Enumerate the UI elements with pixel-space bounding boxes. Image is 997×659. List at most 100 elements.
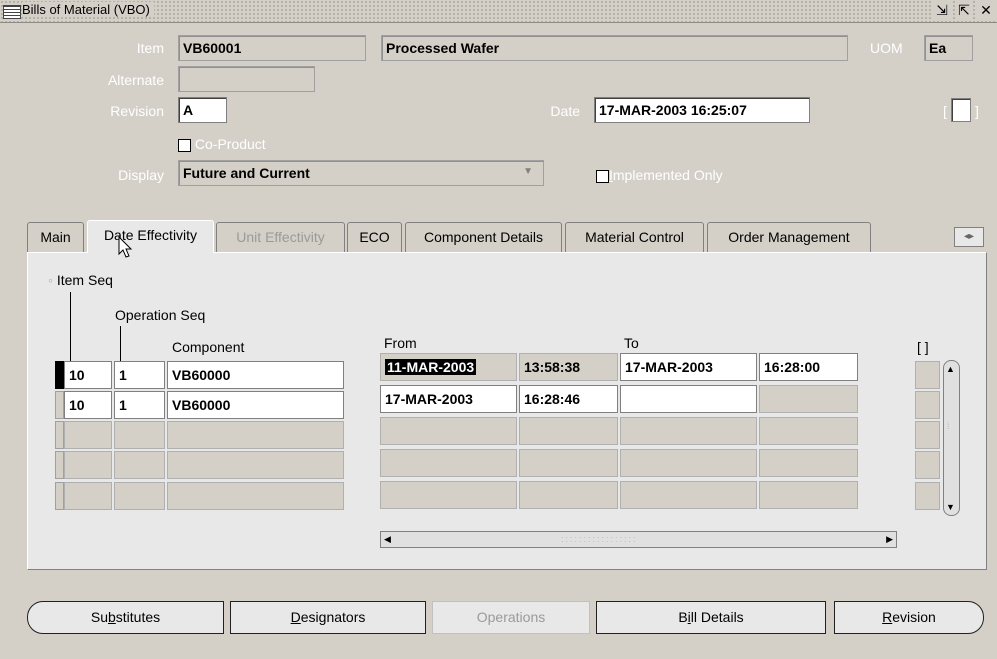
op-seq-cell[interactable] xyxy=(114,482,165,510)
to-time-cell[interactable] xyxy=(759,449,858,477)
revision-button[interactable]: Revision xyxy=(834,601,984,634)
display-select[interactable]: Future and Current ▼ xyxy=(178,160,544,186)
to-date-cell[interactable] xyxy=(620,417,757,445)
display-value: Future and Current xyxy=(183,165,310,181)
uom-field[interactable]: Ea xyxy=(924,35,973,61)
row-flexfield-cell[interactable] xyxy=(915,482,940,510)
op-seq-cell[interactable] xyxy=(114,451,165,479)
item-seq-header: ◦ Item Seq xyxy=(48,272,113,288)
tab-unit-effectivity: Unit Effectivity xyxy=(216,222,345,252)
row-indicator[interactable] xyxy=(55,421,64,449)
tab-material-control[interactable]: Material Control xyxy=(565,222,704,252)
item-field[interactable]: VB60001 xyxy=(178,35,366,61)
coproduct-checkbox-wrap[interactable]: ✓ Co-Product xyxy=(178,136,266,152)
vertical-scrollbar[interactable]: ▲ ⁞ ▼ xyxy=(943,360,960,516)
row-indicator[interactable] xyxy=(55,482,64,510)
to-date-cell[interactable] xyxy=(620,449,757,477)
to-time-cell[interactable] xyxy=(759,417,858,445)
row-flexfield-cell[interactable] xyxy=(915,361,940,389)
implemented-only-wrap[interactable]: ✓ Implemented Only xyxy=(596,167,723,183)
tab-component-details[interactable]: Component Details xyxy=(405,222,562,252)
horizontal-scrollbar[interactable]: ◀ ::::::::::::::::: ▶ xyxy=(380,531,897,548)
to-date-cell[interactable] xyxy=(620,481,757,509)
op-seq-cell[interactable]: 1 xyxy=(114,361,165,389)
item-seq-cell[interactable] xyxy=(64,421,112,449)
implemented-only-label: mplemented Only xyxy=(612,167,723,183)
coproduct-label: Co-Product xyxy=(194,136,266,152)
from-date-cell[interactable]: 17-MAR-2003 xyxy=(380,385,517,413)
operations-button: Operations xyxy=(432,601,590,634)
item-seq-cell[interactable]: 10 xyxy=(64,361,112,389)
scroll-up-icon[interactable]: ▲ xyxy=(946,364,955,374)
tab-scroll-icon[interactable]: ◂▸ xyxy=(954,227,984,247)
component-cell[interactable]: VB60000 xyxy=(167,391,344,419)
minimize-icon[interactable]: ⇲ xyxy=(933,1,951,19)
from-time-cell[interactable] xyxy=(519,449,618,477)
to-time-cell[interactable]: 16:28:00 xyxy=(759,353,858,381)
revision-field[interactable]: A xyxy=(178,97,227,123)
row-indicator[interactable] xyxy=(55,451,64,479)
to-date-cell[interactable] xyxy=(620,385,757,413)
revision-label: Revision xyxy=(110,103,164,119)
scroll-h-thumb-icon[interactable]: ::::::::::::::::: xyxy=(561,532,638,547)
scroll-left-icon[interactable]: ◀ xyxy=(384,532,391,547)
scroll-right-icon[interactable]: ▶ xyxy=(886,532,893,547)
to-time-cell[interactable] xyxy=(759,481,858,509)
oracle-form-icon xyxy=(3,5,21,19)
row-flexfield-cell[interactable] xyxy=(915,391,940,419)
window-title: Bills of Material (VBO) xyxy=(22,2,154,17)
coproduct-checkbox[interactable]: ✓ xyxy=(178,138,191,152)
designators-button[interactable]: Designators xyxy=(230,601,426,634)
tab-eco[interactable]: ECO xyxy=(347,222,402,252)
scroll-thumb-icon[interactable]: ⁞ xyxy=(947,421,950,431)
scroll-down-icon[interactable]: ▼ xyxy=(946,502,955,512)
from-time-cell[interactable]: 13:58:38 xyxy=(519,353,618,381)
tab-main[interactable]: Main xyxy=(27,222,84,252)
close-icon[interactable]: ✕ xyxy=(977,1,995,19)
from-time-cell[interactable] xyxy=(519,481,618,509)
item-label: Item xyxy=(136,40,164,56)
component-cell[interactable]: VB60000 xyxy=(167,361,344,389)
from-header: From xyxy=(384,335,417,351)
row-indicator-current[interactable] xyxy=(55,361,64,389)
to-header: To xyxy=(624,335,639,351)
to-date-cell[interactable]: 17-MAR-2003 xyxy=(620,353,757,381)
flex-bracket-close: ] xyxy=(975,103,979,119)
to-time-cell[interactable] xyxy=(759,385,858,413)
component-cell[interactable] xyxy=(167,421,344,449)
item-seq-cell[interactable]: 10 xyxy=(64,391,112,419)
bracket-header: [ ] xyxy=(917,339,929,355)
substitutes-button[interactable]: Substitutes xyxy=(27,601,224,634)
descriptive-flexfield[interactable] xyxy=(951,98,971,122)
item-seq-header-line xyxy=(70,292,71,366)
bill-details-button[interactable]: Bill Details xyxy=(596,601,826,634)
tab-date-effectivity[interactable]: Date Effectivity xyxy=(87,220,214,253)
item-seq-cell[interactable] xyxy=(64,451,112,479)
tab-order-management[interactable]: Order Management xyxy=(707,222,871,252)
from-date-cell[interactable]: 11-MAR-2003 xyxy=(380,353,517,381)
op-seq-cell[interactable]: 1 xyxy=(114,391,165,419)
alternate-field[interactable] xyxy=(178,66,315,92)
from-date-cell[interactable] xyxy=(380,449,517,477)
date-field[interactable]: 17-MAR-2003 16:25:07 xyxy=(594,97,810,123)
operation-seq-header-line xyxy=(120,326,121,366)
from-date-cell[interactable] xyxy=(380,481,517,509)
item-seq-cell[interactable] xyxy=(64,482,112,510)
display-label: Display xyxy=(118,167,164,183)
chevron-down-icon[interactable]: ▼ xyxy=(523,162,533,182)
component-cell[interactable] xyxy=(167,482,344,510)
row-flexfield-cell[interactable] xyxy=(915,421,940,449)
from-time-cell[interactable] xyxy=(519,417,618,445)
op-seq-cell[interactable] xyxy=(114,421,165,449)
component-header: Component xyxy=(172,339,245,355)
mouse-pointer-icon xyxy=(118,236,133,258)
component-cell[interactable] xyxy=(167,451,344,479)
item-description-field[interactable]: Processed Wafer xyxy=(381,35,848,61)
maximize-icon[interactable]: ⇱ xyxy=(955,1,973,19)
window-title-bar[interactable]: Bills of Material (VBO) ⇲ ⇱ ✕ xyxy=(0,0,997,23)
row-flexfield-cell[interactable] xyxy=(915,451,940,479)
implemented-only-checkbox[interactable]: ✓ xyxy=(596,169,609,183)
from-time-cell[interactable]: 16:28:46 xyxy=(519,385,618,413)
from-date-cell[interactable] xyxy=(380,417,517,445)
row-indicator[interactable] xyxy=(55,391,64,419)
